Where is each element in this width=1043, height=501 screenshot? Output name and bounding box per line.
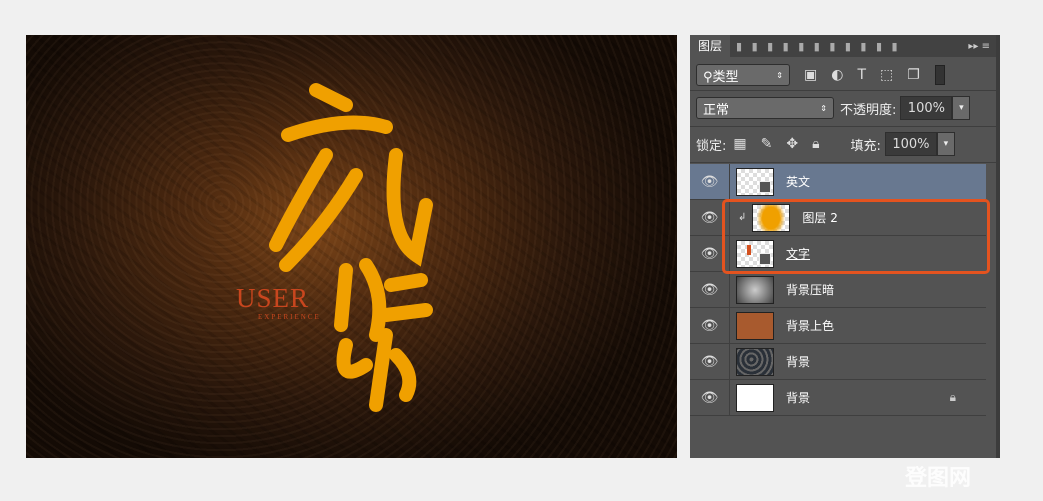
layer-thumbnail — [736, 167, 774, 196]
lock-all-icon[interactable]: 🔒︎ — [812, 136, 819, 152]
opacity-input[interactable]: 100% — [900, 96, 953, 120]
filter-type-select[interactable]: ⚲类型 ⇕ — [696, 64, 790, 86]
blend-mode-select[interactable]: 正常 ⇕ — [696, 97, 834, 119]
english-subtext: EXPERIENCE — [258, 313, 321, 321]
layer-thumbnail — [736, 275, 774, 304]
watermark: 登图网 — [905, 466, 972, 491]
calligraphy-artwork — [269, 83, 433, 412]
layer-thumbnail — [736, 347, 774, 376]
layer-name[interactable]: 背景压暗 — [786, 281, 834, 298]
layer-name[interactable]: 背景 — [786, 353, 810, 370]
layer-thumbnail — [736, 311, 774, 340]
eye-icon[interactable]: 👁︎ — [690, 272, 730, 307]
layer-row[interactable]: 👁︎ 背景压暗 — [690, 272, 986, 308]
layer-row[interactable]: 👁︎ 背景 🔒︎ — [690, 380, 986, 416]
layer-thumbnail — [736, 383, 774, 412]
layer-lock-icon: 🔒︎ — [949, 390, 956, 404]
layer-name[interactable]: 背景上色 — [786, 317, 834, 334]
layer-name[interactable]: 英文 — [786, 173, 810, 190]
lock-position-icon[interactable]: ✥ — [786, 136, 798, 152]
fill-label: 填充: — [850, 138, 881, 154]
filter-toggle[interactable] — [934, 65, 945, 85]
english-text: USER — [236, 283, 310, 313]
eye-icon[interactable]: 👁︎ — [690, 164, 730, 199]
eye-icon[interactable]: 👁︎ — [690, 344, 730, 379]
opacity-label: 不透明度: — [840, 102, 897, 118]
layer-row[interactable]: 👁︎ 英文 — [690, 164, 986, 200]
fill-dropdown[interactable]: ▾ — [936, 132, 955, 156]
panel-tabs: 图层 ▮ ▮ ▮ ▮ ▮ ▮ ▮ ▮ ▮ ▮ ▮ ▸▸ ≡ — [690, 35, 996, 57]
layer-name[interactable]: 背景 — [786, 389, 810, 406]
text-filter-icon[interactable]: T — [857, 67, 866, 83]
lock-label: 锁定: — [696, 138, 727, 154]
eye-icon[interactable]: 👁︎ — [690, 380, 730, 415]
eye-icon[interactable]: 👁︎ — [690, 308, 730, 343]
layer-row[interactable]: 👁︎ 背景 — [690, 344, 986, 380]
search-icon: ⚲ — [703, 69, 713, 85]
fill-input[interactable]: 100% — [884, 132, 937, 156]
adjustment-filter-icon[interactable]: ◐ — [831, 67, 843, 83]
image-filter-icon[interactable]: ▣ — [804, 67, 817, 83]
shape-filter-icon[interactable]: ⬚ — [880, 67, 893, 83]
opacity-dropdown[interactable]: ▾ — [952, 96, 971, 120]
smart-object-filter-icon[interactable]: ❐ — [907, 67, 920, 83]
layer-row[interactable]: 👁︎ 背景上色 — [690, 308, 986, 344]
highlight-box — [722, 199, 990, 274]
panel-menu-icon[interactable]: ▸▸ ≡ — [968, 41, 996, 52]
canvas-artwork: USER EXPERIENCE — [26, 35, 677, 458]
lock-transparency-icon[interactable]: ▦ — [733, 136, 746, 152]
other-panel-tabs[interactable]: ▮ ▮ ▮ ▮ ▮ ▮ ▮ ▮ ▮ ▮ ▮ — [730, 40, 968, 53]
tab-layers[interactable]: 图层 — [690, 35, 731, 57]
lock-pixels-icon[interactable]: ✎ — [761, 136, 773, 152]
